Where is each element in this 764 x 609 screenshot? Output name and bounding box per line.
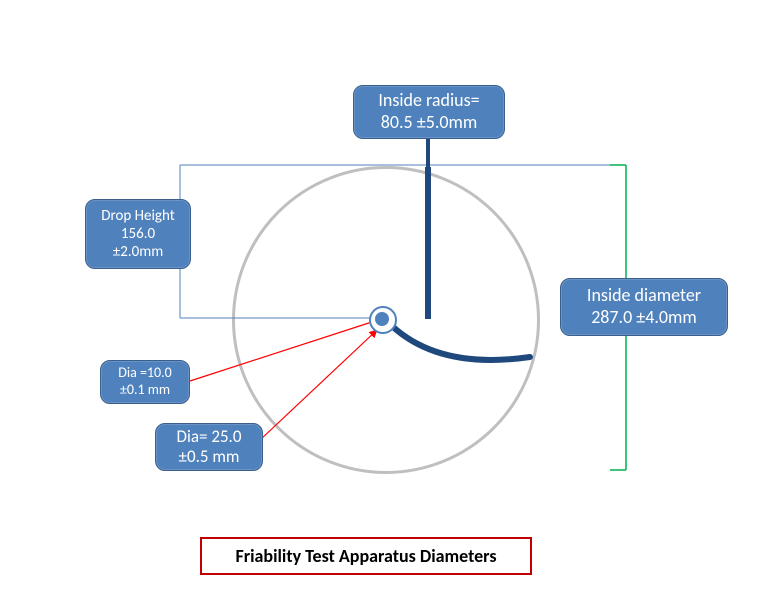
text: Inside radius= — [378, 90, 479, 112]
text: Drop Height — [101, 207, 174, 225]
text: Dia =10.0 — [118, 365, 172, 382]
callout-inside-diameter: Inside diameter 287.0 ±4.0mm — [560, 278, 728, 336]
caption-text: Friability Test Apparatus Diameters — [235, 545, 496, 567]
text: ±0.5 mm — [179, 447, 240, 467]
callout-inside-radius: Inside radius= 80.5 ±5.0mm — [353, 85, 505, 139]
text: Inside diameter — [587, 285, 701, 307]
text: ±2.0mm — [113, 243, 163, 261]
diagram-stage: Inside radius= 80.5 ±5.0mm Drop Height 1… — [0, 0, 764, 609]
hub-inner-dot — [375, 312, 389, 326]
text: 80.5 ±5.0mm — [381, 112, 478, 134]
text: 287.0 ±4.0mm — [591, 307, 697, 329]
text: ±0.1 mm — [120, 382, 170, 399]
callout-dia-large: Dia= 25.0 ±0.5 mm — [155, 423, 263, 471]
text: 156.0 — [121, 225, 155, 243]
caption: Friability Test Apparatus Diameters — [200, 537, 532, 575]
callout-dia-small: Dia =10.0 ±0.1 mm — [100, 360, 190, 404]
callout-drop-height: Drop Height 156.0 ±2.0mm — [85, 199, 191, 269]
text: Dia= 25.0 — [177, 427, 242, 447]
